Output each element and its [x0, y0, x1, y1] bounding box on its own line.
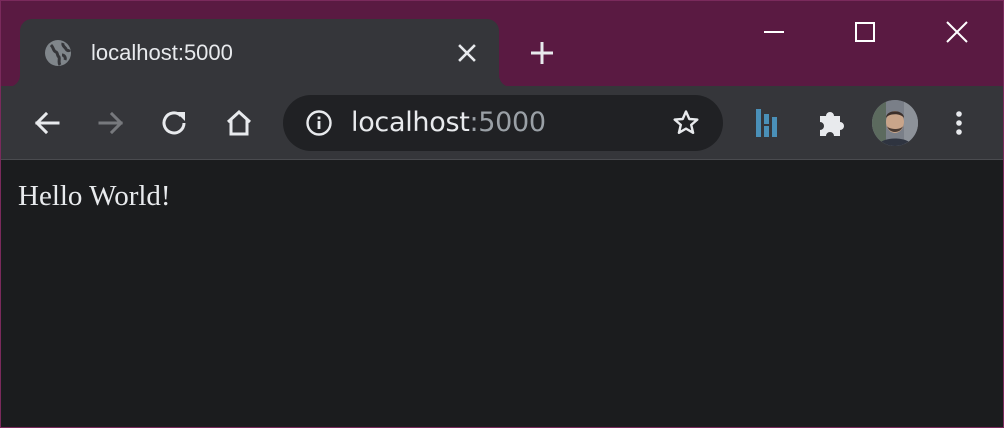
arrow-left-icon[interactable] — [28, 104, 66, 142]
tab-title: localhost:5000 — [91, 40, 233, 65]
tab-strip: localhost:5000 — [1, 1, 1003, 87]
puzzle-icon[interactable] — [812, 104, 850, 142]
url-port: :5000 — [469, 107, 547, 138]
close-icon[interactable] — [453, 39, 481, 67]
star-icon[interactable] — [671, 108, 701, 138]
window-close-icon[interactable] — [940, 15, 974, 49]
avatar[interactable] — [872, 100, 918, 146]
info-icon[interactable] — [305, 109, 333, 137]
maximize-icon[interactable] — [848, 15, 882, 49]
address-bar[interactable]: localhost:5000 — [283, 95, 723, 151]
tab-active[interactable]: localhost:5000 — [20, 19, 499, 87]
minimize-icon[interactable] — [757, 15, 791, 49]
page-text: Hello World! — [18, 180, 171, 212]
toolbar: localhost:5000 — [1, 86, 1003, 160]
home-icon[interactable] — [220, 104, 258, 142]
more-vert-icon[interactable] — [940, 104, 978, 142]
globe-icon — [44, 39, 72, 67]
arrow-right-icon[interactable] — [92, 104, 130, 142]
browser-window: localhost:5000 localhost:5000 Hello Worl… — [0, 0, 1004, 428]
extension-logo-icon[interactable] — [749, 104, 787, 142]
reload-icon[interactable] — [156, 104, 194, 142]
plus-icon[interactable] — [527, 38, 557, 68]
page-content: Hello World! — [1, 160, 1003, 427]
address-url: localhost:5000 — [351, 107, 546, 139]
url-host: localhost — [351, 107, 470, 138]
